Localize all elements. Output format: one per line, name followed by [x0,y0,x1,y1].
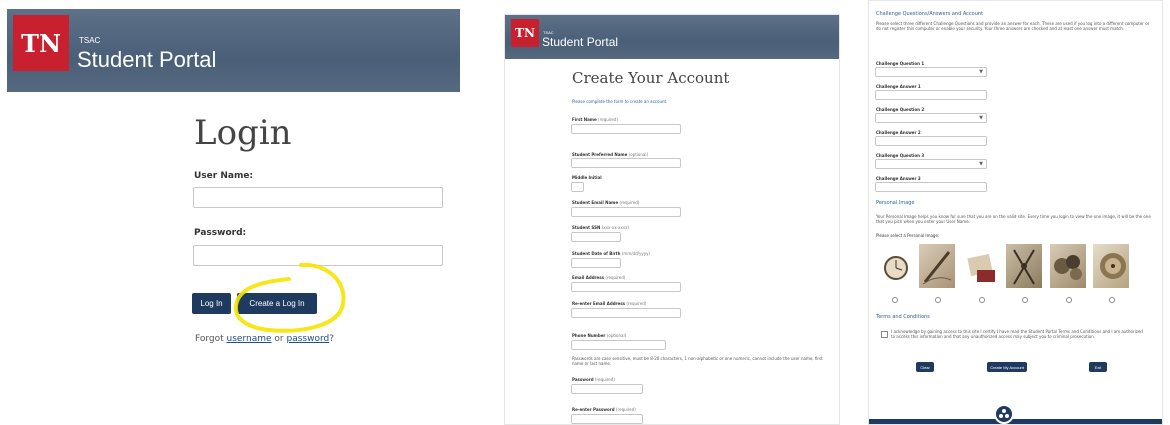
personal-image-tile[interactable] [1050,244,1086,288]
forgot-password-link[interactable]: password [287,334,330,344]
challenge-question-1-select[interactable]: ▼ [875,67,987,77]
clear-button[interactable]: Clear [916,362,934,372]
password-label: Password: [194,228,247,238]
answer-label: Challenge Answer 1 [876,84,921,89]
challenge-answer-2-input[interactable] [875,136,987,146]
image-radio[interactable] [979,297,985,303]
chevron-down-icon: ▼ [979,69,983,75]
terms-heading: Terms and Conditions [876,314,930,320]
phone-input[interactable] [571,340,666,350]
tag-image-icon [967,253,995,282]
forgot-prefix: Forgot [195,334,224,344]
create-my-account-button[interactable]: Create My Account [987,362,1027,372]
tn-logo: TN [13,15,69,71]
create-account-panel: TN TSAC Student Portal Create Your Accou… [504,14,840,425]
image-radio[interactable] [892,297,898,303]
field-label: First Name (required) [572,117,618,122]
username-label: User Name: [194,171,254,181]
create-subtitle: Please complete the form to create an ac… [572,99,668,104]
personal-image-tile[interactable] [1093,244,1129,288]
login-header: TN TSAC Student Portal [7,9,460,92]
image-select-label: Please select a Personal Image: [876,233,940,238]
login-button[interactable]: Log In [192,293,231,314]
record-image-icon [1100,253,1126,279]
personal-image-tile[interactable] [919,244,955,288]
challenge-heading: Challenge Questions/Answers and Account [876,11,984,17]
tn-logo: TN [511,19,539,47]
answer-label: Challenge Answer 2 [876,130,921,135]
field-label: Re-enter Password (required) [572,407,636,412]
image-radio[interactable] [1066,297,1072,303]
question-label: Challenge Question 3 [876,153,925,158]
tn-seal-icon [994,404,1014,424]
forgot-suffix: ? [329,334,335,344]
security-panel: Challenge Questions/Answers and Account … [868,0,1163,425]
terms-text: I acknowledge by gaining access to this … [891,329,1143,339]
create-header: TN TSAC Student Portal [505,15,839,59]
password-rules: Passwords are case sensitive, must be 8-… [572,356,823,366]
student-email-name-input[interactable] [571,207,681,217]
personal-image-tile[interactable] [876,244,912,288]
login-title: Login [194,113,292,153]
challenge-answer-3-input[interactable] [875,182,987,192]
personal-image-heading: Personal Image [876,200,915,206]
field-label: Middle Initial [572,175,602,180]
terms-checkbox[interactable] [881,331,888,338]
clock-image-icon [884,256,908,280]
password-input[interactable] [571,384,643,394]
footer-bar [869,419,1162,424]
image-radio[interactable] [1022,297,1028,303]
highlight-circle [233,262,346,333]
login-panel: TN TSAC Student Portal Login User Name: … [7,9,460,349]
dob-input[interactable] [571,258,621,268]
brand-tsac: TSAC [79,36,101,45]
brand-student-portal: Student Portal [542,35,619,49]
field-label: Student SSN (xxx-xx-xxxx) [572,225,630,230]
challenge-question-3-select[interactable]: ▼ [875,159,987,169]
field-label: Password (required) [572,377,615,382]
pen-image-icon [922,251,952,285]
personal-image-tile[interactable] [1006,244,1042,288]
create-title: Create Your Account [572,69,730,87]
question-label: Challenge Question 1 [876,61,925,66]
username-input[interactable] [193,187,443,208]
coin-image-icon [1054,255,1082,280]
chevron-down-icon: ▼ [979,115,983,121]
challenge-intro: Please select three different Challenge … [876,21,1150,31]
middle-initial-input[interactable] [571,182,584,192]
chevron-down-icon: ▼ [979,161,983,167]
reenter-email-input[interactable] [571,308,681,318]
star-cluster-icon [999,409,1009,418]
field-label: Phone Number (optional) [572,333,627,338]
brand-student-portal: Student Portal [77,47,217,72]
field-label: Student Date of Birth (mm/dd/yyyy) [572,251,651,256]
tools-image-icon [1013,249,1035,285]
exit-button[interactable]: Exit [1089,362,1107,372]
image-radio[interactable] [935,297,941,303]
field-label: Student Email Name (required) [572,200,640,205]
reenter-password-input[interactable] [571,414,643,424]
challenge-question-2-select[interactable]: ▼ [875,113,987,123]
field-label: Email Address (required) [572,275,626,280]
personal-image-tile[interactable] [963,244,999,288]
forgot-links: Forgot username or password? [195,334,334,344]
challenge-answer-1-input[interactable] [875,90,987,100]
answer-label: Challenge Answer 3 [876,176,921,181]
image-radio[interactable] [1109,297,1115,303]
student-ssn-input[interactable] [571,232,621,242]
personal-image-intro: Your Personal Image helps you know for s… [876,214,1151,224]
email-address-input[interactable] [571,282,681,292]
field-label: Student Preferred Name (optional) [572,152,649,157]
first-name-input[interactable] [571,124,681,134]
question-label: Challenge Question 2 [876,107,925,112]
forgot-or: or [274,334,284,344]
field-label: Re-enter Email Address (required) [572,301,647,306]
forgot-username-link[interactable]: username [227,334,272,344]
preferred-name-input[interactable] [571,158,681,168]
